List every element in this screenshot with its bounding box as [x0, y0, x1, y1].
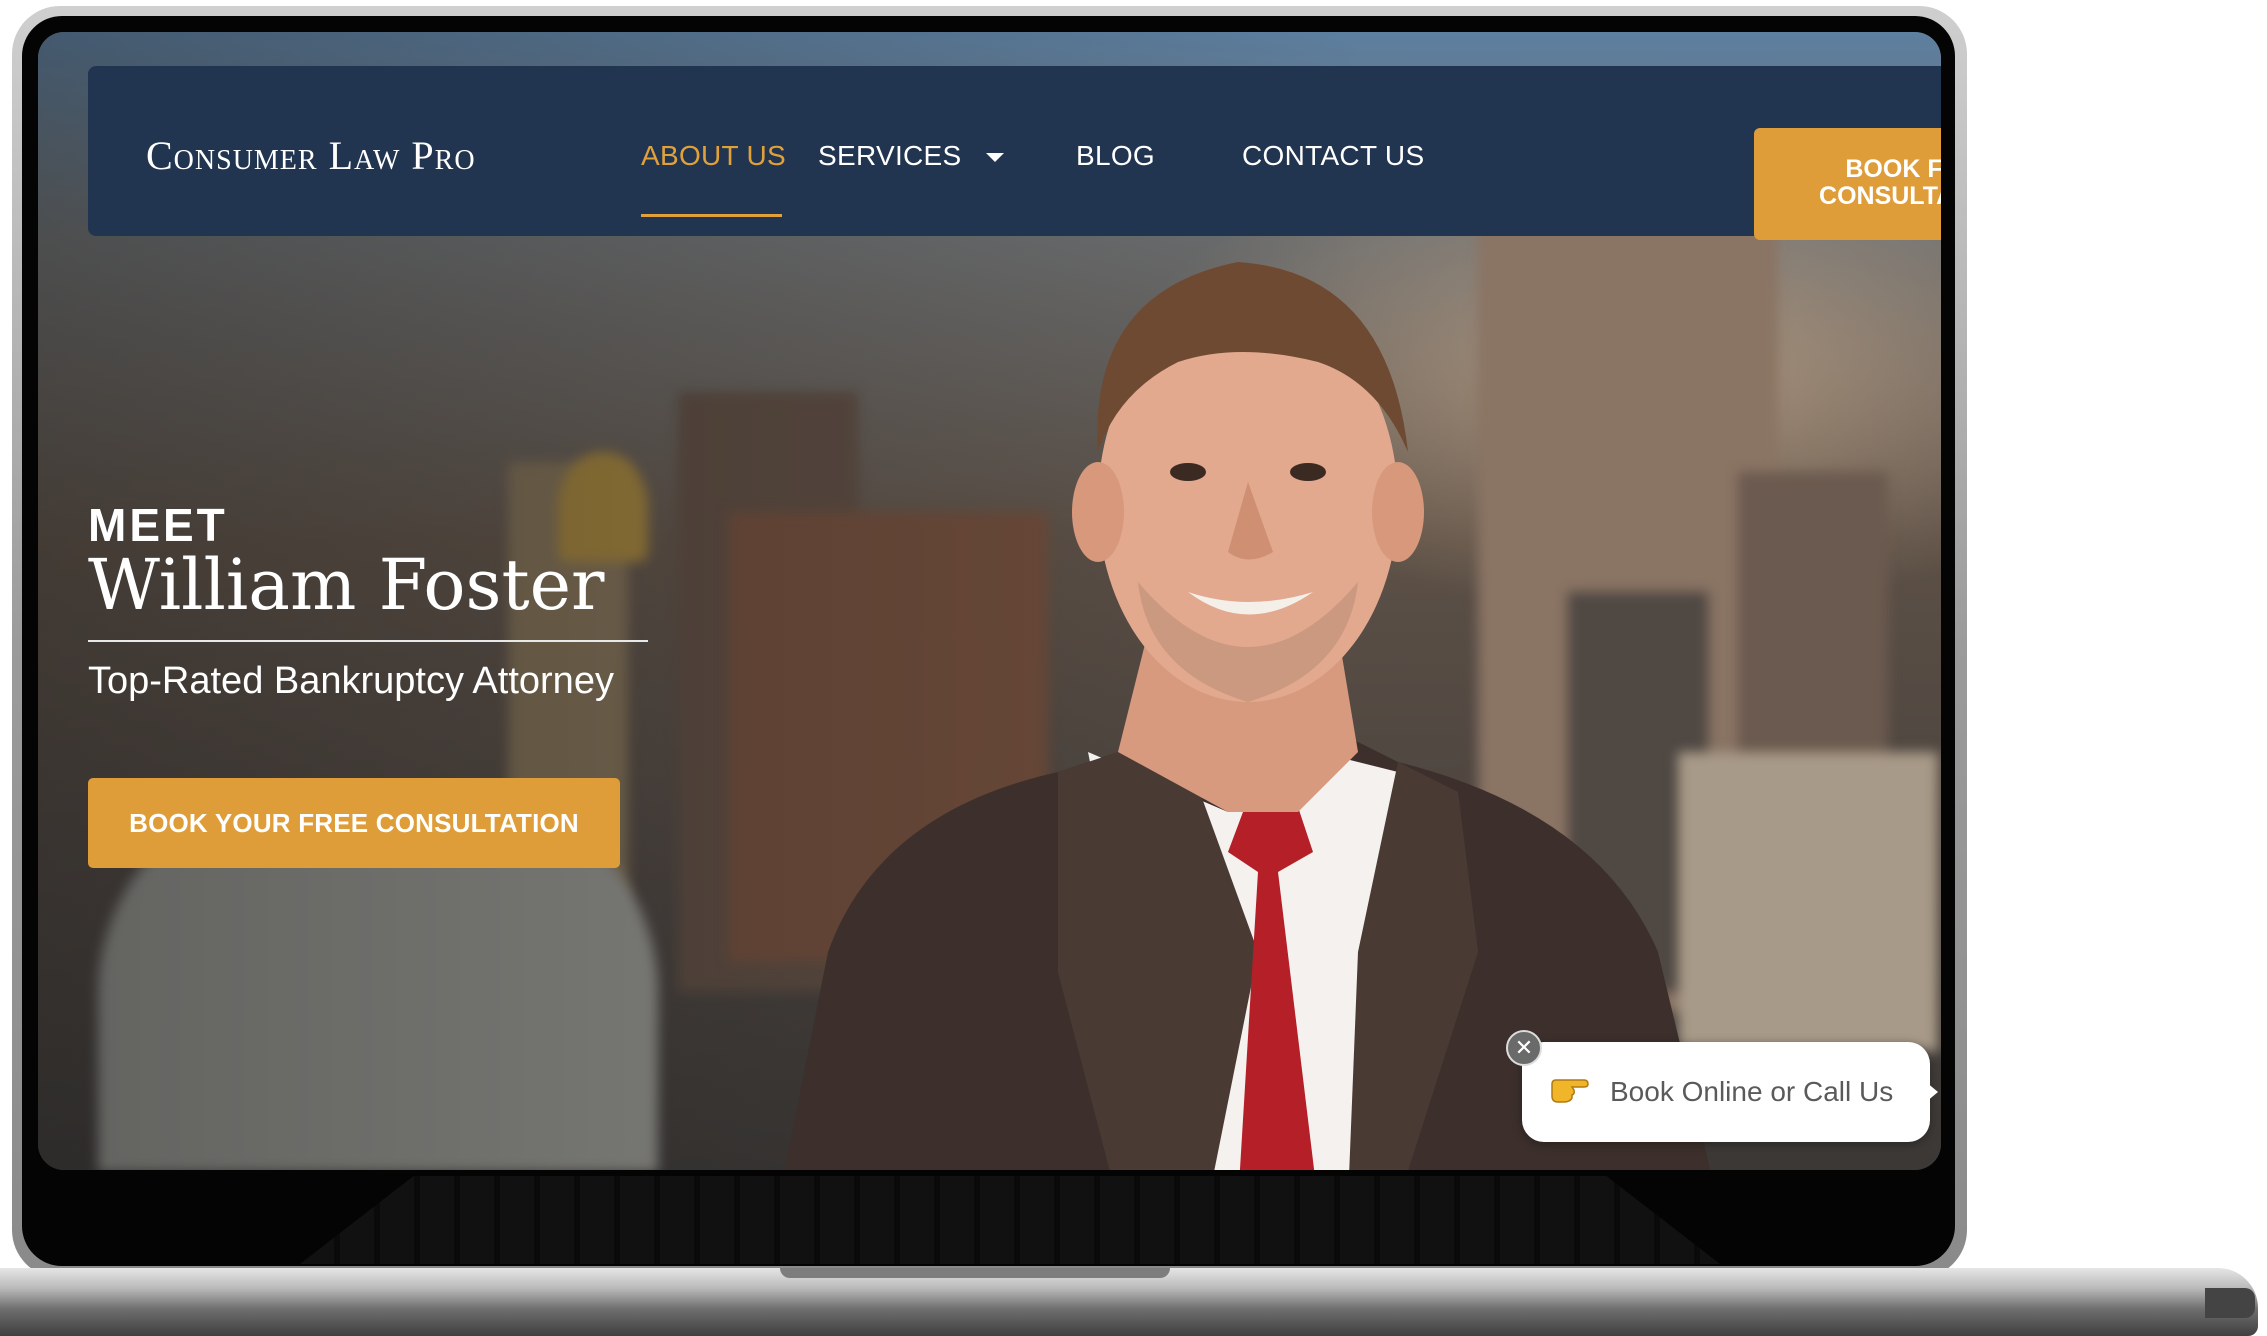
nav-item-about-us[interactable]: ABOUT US [641, 140, 786, 172]
chevron-down-icon [985, 153, 1004, 163]
keyboard-reflection [300, 1176, 1720, 1264]
laptop-base-foot [2205, 1288, 2255, 1318]
laptop-base [0, 1268, 2258, 1336]
nav-item-blog[interactable]: BLOG [1076, 140, 1155, 172]
active-nav-underline [641, 214, 782, 217]
widget-text: Book Online or Call Us [1610, 1076, 1894, 1107]
close-icon[interactable]: ✕ [1506, 1030, 1542, 1066]
book-button-line1: BOOK FREE [1845, 155, 1941, 183]
laptop-screen: Consumer Law Pro ABOUT US SERVICES BLOG … [38, 32, 1941, 1170]
nav-item-contact-us[interactable]: CONTACT US [1242, 140, 1424, 172]
laptop-base-notch [780, 1268, 1170, 1278]
hero-divider [88, 640, 648, 642]
top-navigation-bar: Consumer Law Pro ABOUT US SERVICES BLOG … [88, 66, 1941, 240]
hero-attorney-name: William Foster [88, 544, 605, 626]
book-your-free-consultation-button[interactable]: BOOK YOUR FREE CONSULTATION [88, 778, 620, 868]
hero-subtitle: Top-Rated Bankruptcy Attorney [88, 660, 614, 702]
book-online-widget[interactable]: Book Online or Call Us [1522, 1042, 1930, 1142]
widget-pointer-tail [1926, 1082, 1938, 1102]
nav-item-services-label: SERVICES [818, 140, 962, 171]
pointing-hand-icon [1548, 1072, 1592, 1114]
book-button-line2: CONSULTATIO [1819, 182, 1941, 210]
nav-item-services[interactable]: SERVICES [818, 140, 1004, 172]
book-free-consultation-button[interactable]: BOOK FREE CONSULTATIO [1754, 128, 1941, 240]
site-logo[interactable]: Consumer Law Pro [146, 132, 476, 179]
attorney-portrait [784, 262, 1711, 1170]
